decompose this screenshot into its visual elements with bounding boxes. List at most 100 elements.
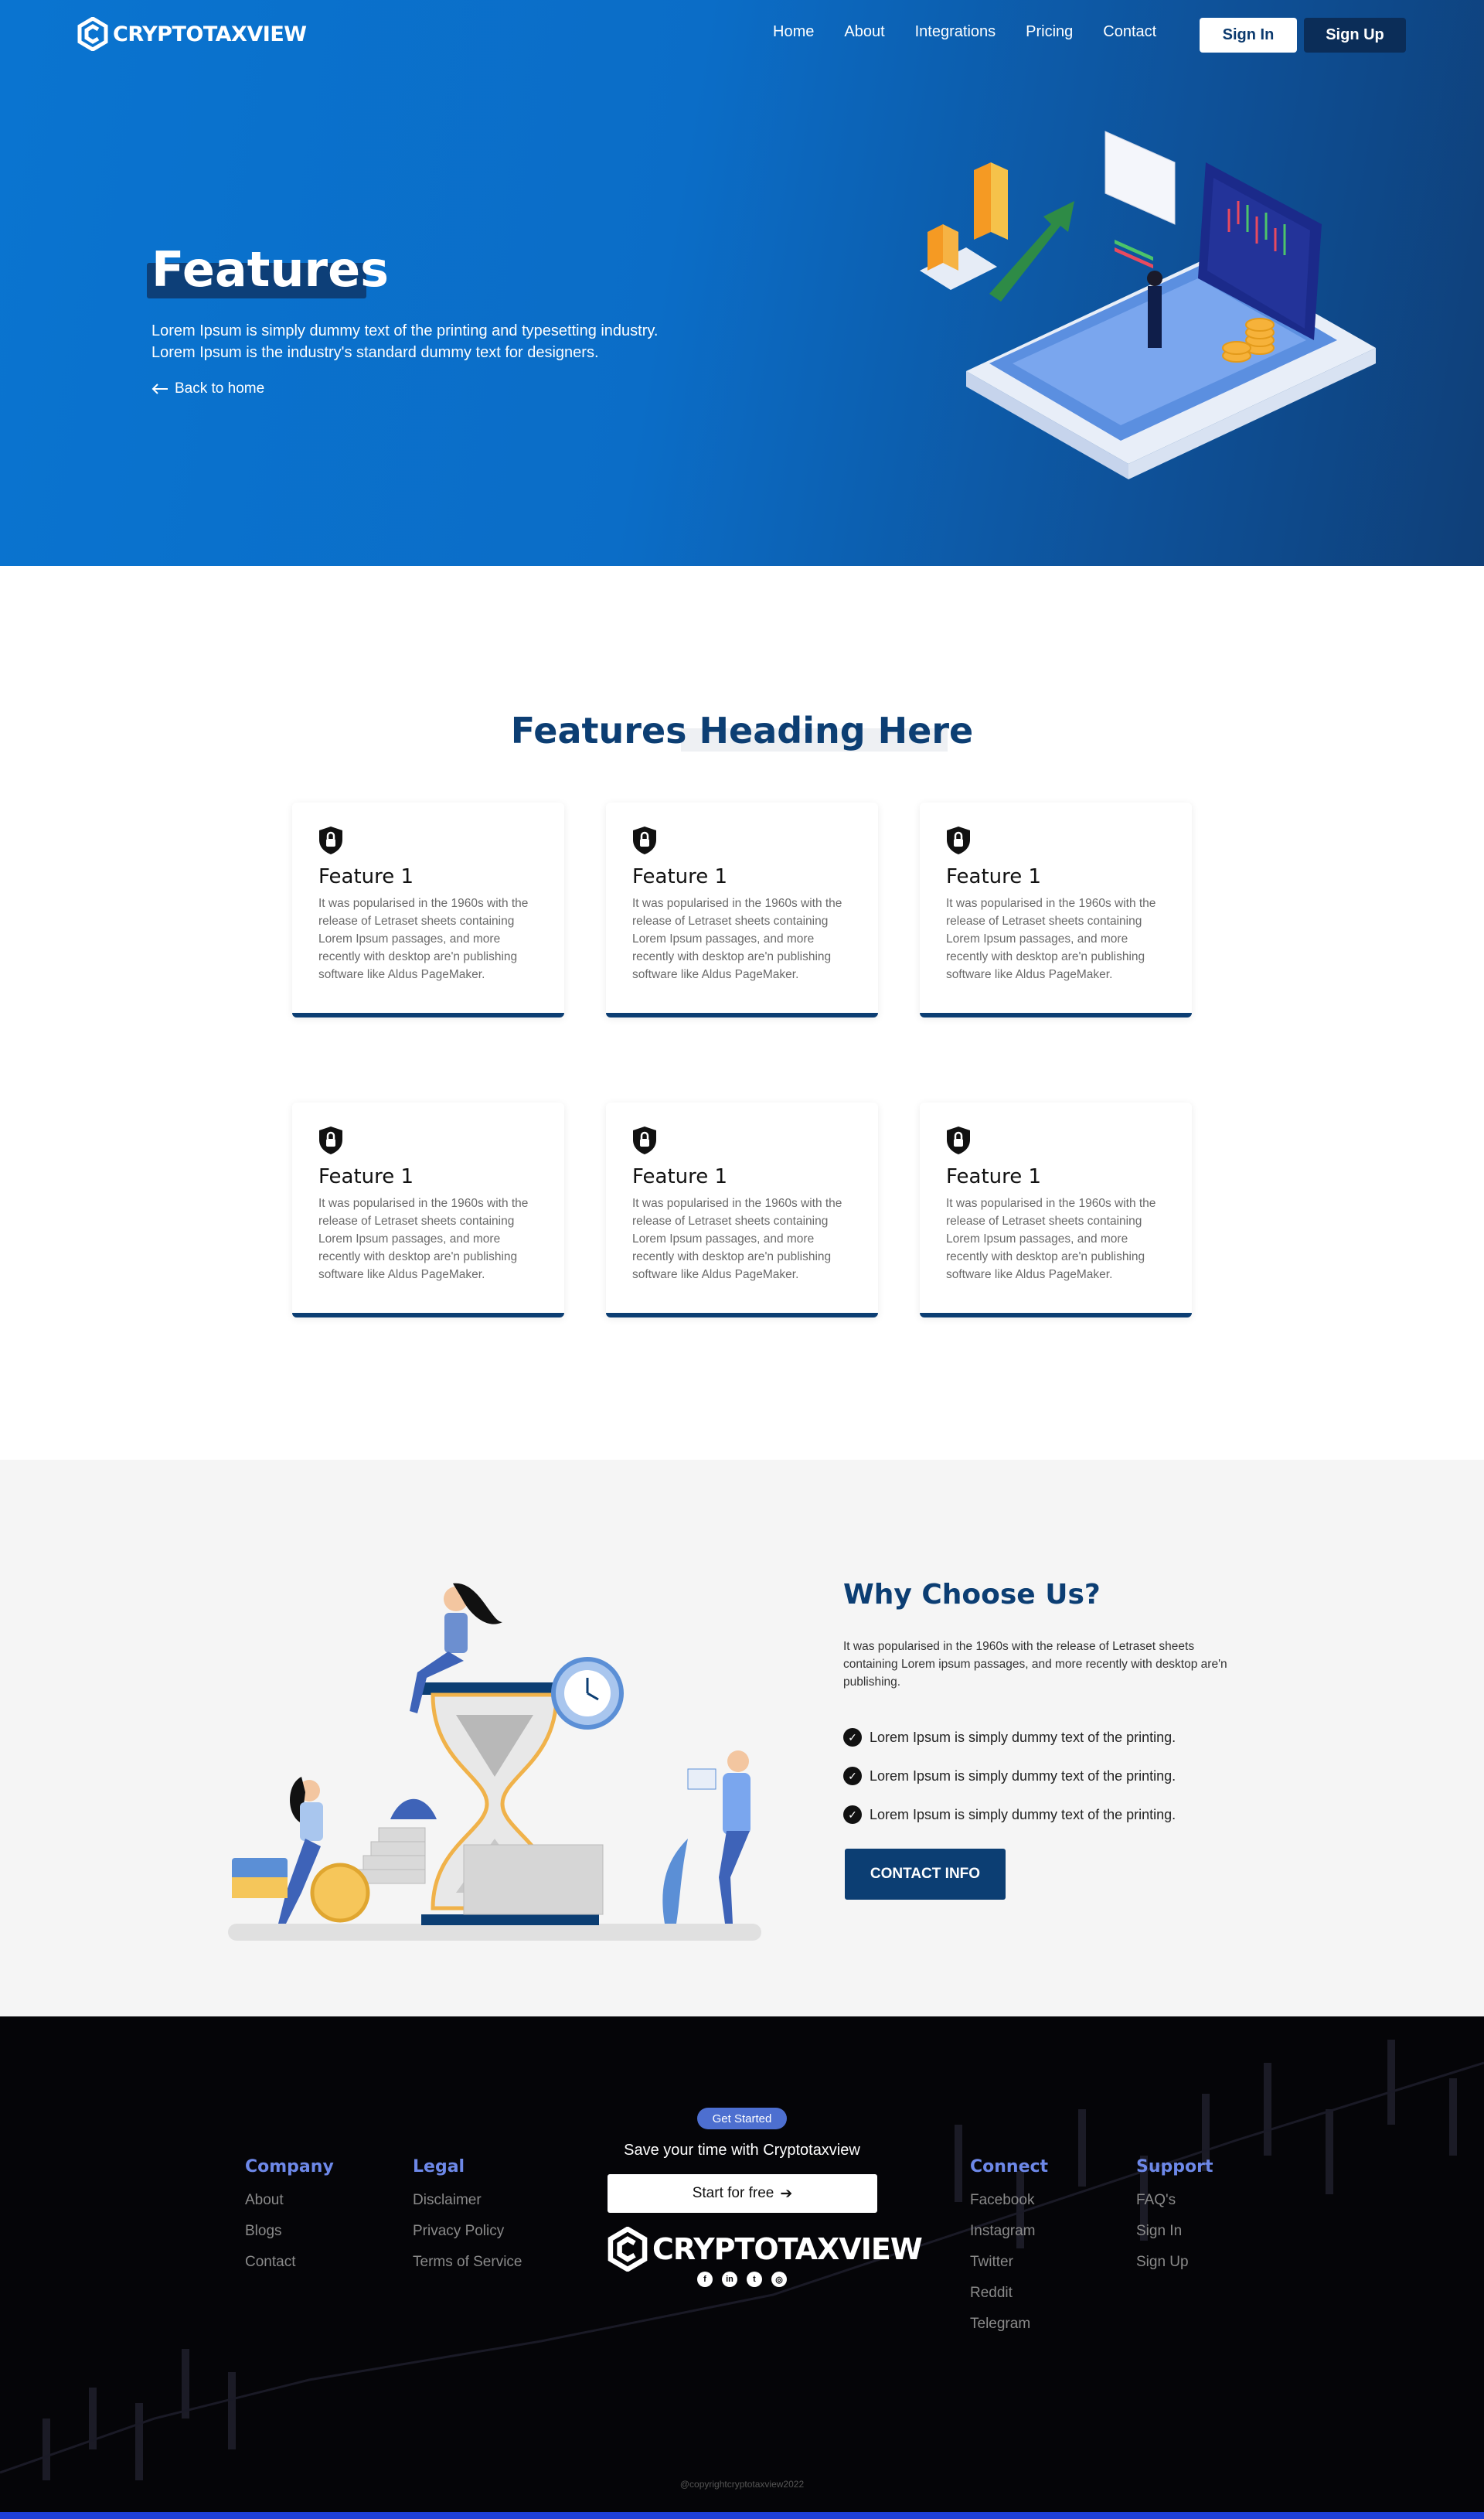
- logo[interactable]: CRYPTOTAXVIEW: [77, 17, 307, 51]
- footer-logo-text: CRYPTOTAXVIEW: [652, 2232, 923, 2266]
- page-title: Features: [151, 241, 390, 298]
- arrow-right-icon: ➔: [780, 2185, 793, 2202]
- logo-icon: [608, 2227, 648, 2272]
- footer-link-twitter[interactable]: Twitter: [970, 2254, 1048, 2285]
- footer-link-reddit[interactable]: Reddit: [970, 2285, 1048, 2316]
- shield-lock-icon: [947, 827, 970, 854]
- nav-home[interactable]: Home: [773, 23, 814, 41]
- feature-title: Feature 1: [946, 865, 1042, 888]
- feature-title: Feature 1: [318, 865, 414, 888]
- nav-integrations[interactable]: Integrations: [915, 23, 996, 41]
- shield-lock-icon: [947, 1127, 970, 1154]
- feature-text: It was popularised in the 1960s with the…: [946, 1197, 1156, 1281]
- list-item-label: Lorem Ipsum is simply dummy text of the …: [870, 1806, 1176, 1822]
- twitter-icon[interactable]: t: [747, 2272, 762, 2287]
- hero-section: CRYPTOTAXVIEW Home About Integrations Pr…: [0, 0, 1484, 566]
- linkedin-icon[interactable]: in: [722, 2272, 737, 2287]
- footer-accent-bar: [0, 2512, 1484, 2519]
- feature-title: Feature 1: [632, 1165, 728, 1188]
- nav-contact[interactable]: Contact: [1103, 23, 1156, 41]
- logo-icon: [77, 17, 108, 51]
- contact-info-button[interactable]: CONTACT INFO: [845, 1849, 1006, 1900]
- social-icons: f in t ◎: [697, 2272, 787, 2287]
- footer-heading: Support: [1136, 2157, 1213, 2176]
- feature-text: It was popularised in the 1960s with the…: [632, 897, 842, 981]
- footer-heading: Connect: [970, 2157, 1049, 2176]
- why-description: It was popularised in the 1960s with the…: [843, 1640, 1227, 1689]
- back-to-home-link[interactable]: Back to home: [151, 380, 264, 397]
- facebook-icon[interactable]: f: [697, 2272, 713, 2287]
- feature-card[interactable]: Feature 1 It was popularised in the 1960…: [606, 803, 878, 1017]
- list-item: ✓ Lorem Ipsum is simply dummy text of th…: [843, 1795, 1176, 1834]
- footer-link-blogs[interactable]: Blogs: [245, 2223, 334, 2254]
- footer-support-column: Support FAQ's Sign In Sign Up: [1136, 2157, 1213, 2285]
- feature-card[interactable]: Feature 1 It was popularised in the 1960…: [606, 1103, 878, 1317]
- feature-text: It was popularised in the 1960s with the…: [946, 897, 1156, 981]
- hero-description: Lorem Ipsum is simply dummy text of the …: [151, 322, 659, 361]
- trading-laptop-illustration: [920, 131, 1376, 479]
- sign-in-button[interactable]: Sign In: [1200, 18, 1297, 53]
- feature-title: Feature 1: [318, 1165, 414, 1188]
- features-heading: Features Heading Here: [510, 710, 974, 752]
- footer-link-sign-up[interactable]: Sign Up: [1136, 2254, 1213, 2285]
- arrow-left-icon: [151, 383, 168, 394]
- footer-link-faq[interactable]: FAQ's: [1136, 2192, 1213, 2223]
- footer-link-instagram[interactable]: Instagram: [970, 2223, 1048, 2254]
- footer-heading: Company: [245, 2157, 334, 2176]
- list-item-label: Lorem Ipsum is simply dummy text of the …: [870, 1729, 1176, 1745]
- footer-heading: Legal: [413, 2157, 465, 2176]
- start-for-free-label: Start for free: [692, 2185, 774, 2201]
- instagram-icon[interactable]: ◎: [771, 2272, 787, 2287]
- footer-link-privacy[interactable]: Privacy Policy: [413, 2223, 522, 2254]
- feature-text: It was popularised in the 1960s with the…: [632, 1197, 842, 1281]
- footer-link-terms[interactable]: Terms of Service: [413, 2254, 522, 2285]
- why-title: Why Choose Us?: [843, 1579, 1101, 1611]
- check-circle-icon: ✓: [843, 1728, 862, 1747]
- features-heading-wrap: Features Heading Here: [0, 710, 1484, 752]
- shield-lock-icon: [319, 1127, 342, 1154]
- feature-text: It was popularised in the 1960s with the…: [318, 1197, 529, 1281]
- footer-tagline: Save your time with Cryptotaxview: [624, 2142, 860, 2159]
- shield-lock-icon: [633, 1127, 656, 1154]
- nav-links: Home About Integrations Pricing Contact: [773, 23, 1186, 41]
- list-item: ✓ Lorem Ipsum is simply dummy text of th…: [843, 1757, 1176, 1795]
- footer-legal-column: Legal Disclaimer Privacy Policy Terms of…: [413, 2157, 522, 2285]
- footer-logo: CRYPTOTAXVIEW: [608, 2227, 923, 2272]
- feature-card[interactable]: Feature 1 It was popularised in the 1960…: [292, 803, 564, 1017]
- nav-about[interactable]: About: [844, 23, 884, 41]
- footer-link-disclaimer[interactable]: Disclaimer: [413, 2192, 522, 2223]
- sign-up-button[interactable]: Sign Up: [1304, 18, 1406, 53]
- footer: Company About Blogs Contact Legal Discla…: [0, 2016, 1484, 2519]
- copyright-text: @copyrightcryptotaxview2022: [679, 2479, 805, 2490]
- top-nav: CRYPTOTAXVIEW Home About Integrations Pr…: [0, 0, 1484, 70]
- hourglass-team-illustration: [228, 1583, 761, 1941]
- feature-text: It was popularised in the 1960s with the…: [318, 897, 529, 981]
- footer-link-sign-in[interactable]: Sign In: [1136, 2223, 1213, 2254]
- shield-lock-icon: [319, 827, 342, 854]
- start-for-free-button[interactable]: Start for free ➔: [608, 2174, 877, 2213]
- get-started-badge[interactable]: Get Started: [697, 2108, 787, 2129]
- list-item-label: Lorem Ipsum is simply dummy text of the …: [870, 1767, 1176, 1784]
- why-list: ✓ Lorem Ipsum is simply dummy text of th…: [843, 1718, 1176, 1834]
- footer-link-about[interactable]: About: [245, 2192, 334, 2223]
- footer-connect-column: Connect Facebook Instagram Twitter Reddi…: [970, 2157, 1048, 2347]
- feature-title: Feature 1: [632, 865, 728, 888]
- back-link-label: Back to home: [175, 380, 265, 397]
- feature-card[interactable]: Feature 1 It was popularised in the 1960…: [920, 1103, 1192, 1317]
- logo-text: CRYPTOTAXVIEW: [113, 22, 307, 46]
- feature-card[interactable]: Feature 1 It was popularised in the 1960…: [920, 803, 1192, 1017]
- footer-link-facebook[interactable]: Facebook: [970, 2192, 1048, 2223]
- features-heading-text: Features Heading Here: [510, 710, 974, 752]
- footer-link-telegram[interactable]: Telegram: [970, 2316, 1048, 2347]
- feature-card[interactable]: Feature 1 It was popularised in the 1960…: [292, 1103, 564, 1317]
- shield-lock-icon: [633, 827, 656, 854]
- check-circle-icon: ✓: [843, 1805, 862, 1824]
- footer-link-contact[interactable]: Contact: [245, 2254, 334, 2285]
- feature-title: Feature 1: [946, 1165, 1042, 1188]
- nav-pricing[interactable]: Pricing: [1026, 23, 1073, 41]
- check-circle-icon: ✓: [843, 1767, 862, 1785]
- hero-title-wrap: Features: [147, 241, 390, 298]
- footer-company-column: Company About Blogs Contact: [245, 2157, 334, 2285]
- why-choose-us-section: Why Choose Us? It was popularised in the…: [0, 1460, 1484, 2016]
- list-item: ✓ Lorem Ipsum is simply dummy text of th…: [843, 1718, 1176, 1757]
